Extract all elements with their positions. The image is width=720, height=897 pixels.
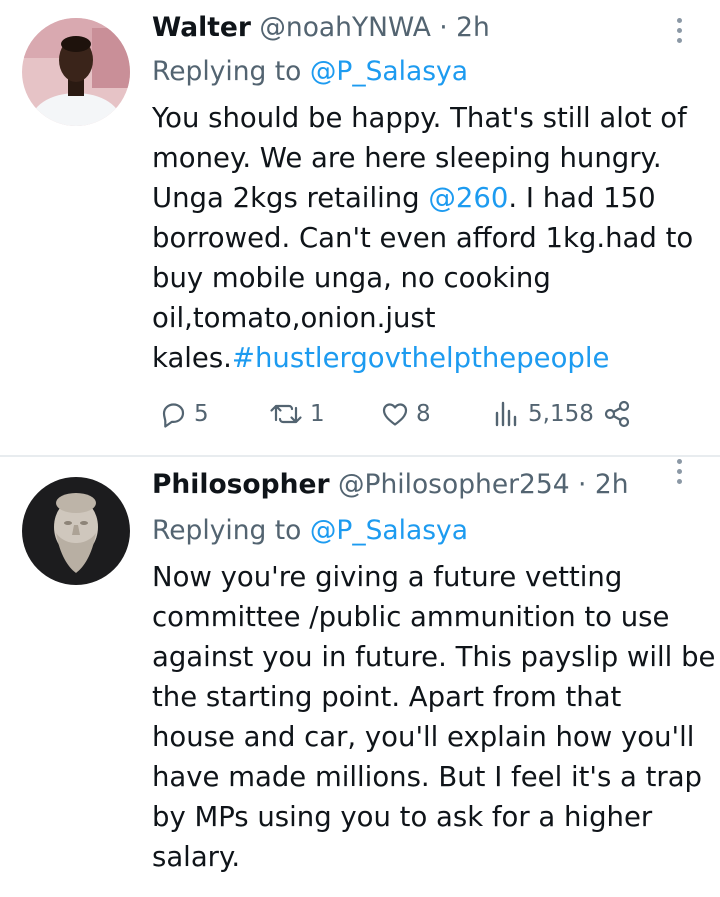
- text-line: have made millions. But I feel it's a tr…: [152, 761, 702, 793]
- replying-to-label: Replying to: [152, 515, 302, 546]
- like-count: 8: [416, 401, 431, 427]
- text-line: by MPs using you to ask for a higher: [152, 801, 653, 833]
- retweet-icon: [270, 404, 302, 424]
- text-line: Now you're giving a future vetting: [152, 561, 623, 593]
- tweet-header: Philosopher @Philosopher254 · 2h: [152, 467, 629, 503]
- retweet-count: 1: [310, 401, 325, 427]
- text-line: borrowed. Can't even afford 1kg.had to: [152, 222, 694, 254]
- views-icon: [495, 401, 517, 427]
- timestamp[interactable]: · 2h: [439, 12, 490, 43]
- retweet-button[interactable]: 1: [268, 396, 325, 432]
- text-line: oil,tomato,onion.just: [152, 302, 436, 334]
- hashtag-link[interactable]: #hustlergovthelpthepeople: [232, 342, 610, 374]
- text-line: the starting point. Apart from that: [152, 681, 622, 713]
- text-segment: . I had 150: [508, 182, 656, 214]
- tweet-text: Now you're giving a future vetting commi…: [152, 557, 716, 877]
- text-segment: Unga 2kgs retailing: [152, 182, 429, 214]
- tweet-text: You should be happy. That's still alot o…: [152, 98, 712, 378]
- timestamp[interactable]: · 2h: [578, 469, 629, 500]
- text-line: against you in future. This payslip will…: [152, 641, 716, 673]
- text-line: You should be happy. That's still alot o…: [152, 102, 687, 134]
- text-line: committee /public ammunition to use: [152, 601, 670, 633]
- avatar-walter[interactable]: [22, 18, 130, 126]
- replying-to: Replying to @P_Salasya: [152, 513, 468, 549]
- display-name[interactable]: Philosopher: [152, 469, 330, 500]
- tweet-philosopher[interactable]: Philosopher @Philosopher254 · 2h Replyin…: [0, 455, 720, 897]
- user-handle[interactable]: @noahYNWA: [259, 12, 430, 43]
- avatar-philosopher[interactable]: [22, 477, 130, 585]
- text-line: money. We are here sleeping hungry.: [152, 142, 662, 174]
- reply-button[interactable]: 5: [158, 396, 209, 432]
- reply-count: 5: [194, 401, 209, 427]
- share-button[interactable]: [602, 396, 632, 432]
- user-handle[interactable]: @Philosopher254: [338, 469, 570, 500]
- text-line: Unga 2kgs retailing @260. I had 150: [152, 178, 712, 218]
- replying-to-mention[interactable]: @P_Salasya: [310, 56, 468, 87]
- tweet-walter[interactable]: Walter @noahYNWA · 2h Replying to @P_Sal…: [0, 0, 720, 455]
- tweet-header: Walter @noahYNWA · 2h: [152, 10, 490, 46]
- like-icon: [382, 403, 408, 426]
- like-button[interactable]: 8: [380, 396, 431, 432]
- replying-to-mention[interactable]: @P_Salasya: [310, 515, 468, 546]
- reply-icon: [162, 403, 185, 428]
- replying-to: Replying to @P_Salasya: [152, 54, 468, 90]
- views-button[interactable]: 5,158: [492, 396, 594, 432]
- text-segment: kales.: [152, 342, 232, 374]
- text-line: buy mobile unga, no cooking: [152, 262, 551, 294]
- text-line: house and car, you'll explain how you'll: [152, 721, 695, 753]
- tweet-actions: 5 1 8 5,158: [152, 396, 652, 432]
- text-line: kales.#hustlergovthelpthepeople: [152, 338, 712, 378]
- views-count: 5,158: [528, 401, 594, 427]
- share-icon: [604, 400, 630, 428]
- display-name[interactable]: Walter: [152, 12, 251, 43]
- replying-to-label: Replying to: [152, 56, 302, 87]
- mention-link[interactable]: @260: [428, 182, 508, 214]
- text-line: salary.: [152, 841, 241, 873]
- more-icon[interactable]: [664, 14, 694, 48]
